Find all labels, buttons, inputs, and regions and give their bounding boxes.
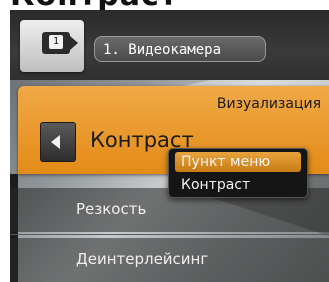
tooltip-header: Пункт меню: [175, 152, 301, 172]
menu-item-tooltip: Пункт меню Контраст: [168, 148, 308, 198]
document-heading-text: Контраст: [10, 0, 178, 10]
back-button[interactable]: [40, 122, 76, 162]
panel-category-label: Визуализация: [216, 96, 321, 112]
camera-toolbar: 1 1. Видеокамера: [10, 10, 329, 80]
camera-tile[interactable]: 1: [20, 20, 84, 72]
menu-item-label: Деинтерлейсинг: [76, 250, 209, 268]
camera-number-badge: 1: [49, 35, 63, 49]
tooltip-value: Контраст: [181, 177, 251, 193]
menu-item-label: Резкость: [76, 200, 147, 218]
camera-name-button[interactable]: 1. Видеокамера: [94, 36, 266, 62]
chevron-left-icon: [51, 135, 60, 149]
document-heading-fragment: Контраст: [0, 0, 329, 10]
menu-item-deinterlacing[interactable]: Деинтерлейсинг: [10, 238, 329, 282]
menu-divider: [10, 234, 329, 235]
video-window: 1 1. Видеокамера Визуализация Контраст Р…: [10, 10, 329, 282]
camera-lens-icon: [70, 36, 78, 50]
